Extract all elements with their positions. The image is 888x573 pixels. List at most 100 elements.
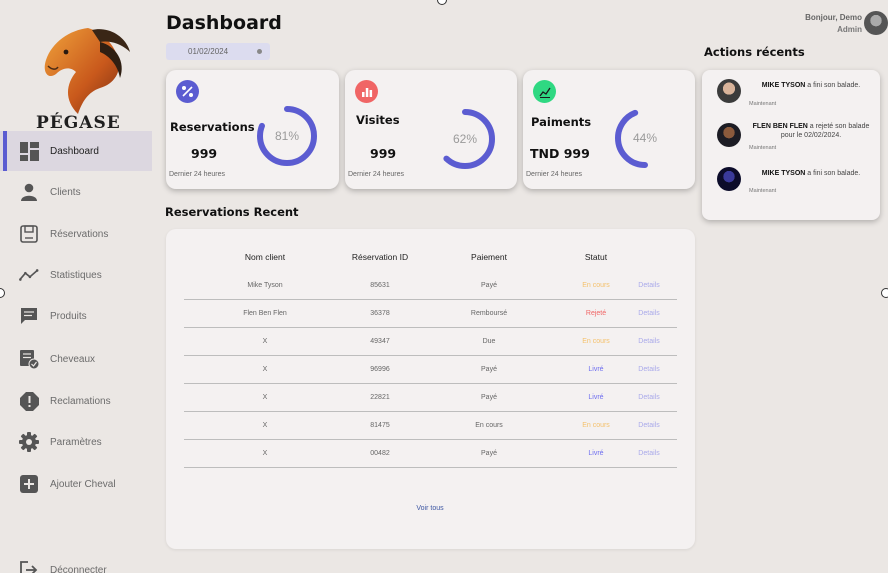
progress-ring: 62%: [435, 109, 495, 169]
recent-actions-panel: MIKE TYSON a fini son balade. Maintenant…: [702, 70, 880, 220]
action-message: MIKE TYSON a fini son balade.: [761, 170, 861, 177]
status-badge: En cours: [582, 338, 610, 345]
table-row: X 49347 Due En cours Details: [184, 328, 677, 356]
progress-ring: 81%: [257, 106, 317, 166]
card-value: 999: [370, 146, 397, 161]
bar-chart-icon: [355, 80, 378, 103]
payment-cell: Payé: [481, 450, 497, 457]
card-label: Paiments: [531, 115, 592, 129]
client-name-cell: Flen Ben Flen: [243, 310, 287, 317]
sidebar-item-label: Clients: [50, 186, 81, 198]
client-name-cell: X: [262, 422, 268, 429]
column-header: Nom client: [244, 252, 286, 262]
column-header: Réservation ID: [351, 252, 409, 262]
sidebar-item-label: Reclamations: [50, 395, 111, 407]
actions-title: Actions récents: [704, 45, 805, 59]
reservation-id-cell: 81475: [370, 422, 390, 429]
card-subtext: Dernier 24 heures: [348, 171, 405, 178]
table-row: Mike Tyson 85631 Payé En cours Details: [184, 272, 677, 300]
payment-cell: Payé: [481, 282, 497, 289]
payment-cell: En cours: [475, 422, 503, 429]
details-link[interactable]: Details: [638, 366, 659, 373]
payment-cell: Payé: [481, 366, 497, 373]
trend-icon: [533, 80, 556, 103]
sidebar-item-produits[interactable]: Produits: [0, 296, 152, 336]
sidebar-item-label: Dashboard: [50, 145, 99, 157]
card-subtext: Dernier 24 heures: [169, 171, 226, 178]
action-time: Maintenant: [749, 145, 777, 151]
action-message: MIKE TYSON a fini son balade.: [761, 82, 861, 89]
column-header: Statut: [584, 252, 608, 262]
details-link[interactable]: Details: [638, 338, 659, 345]
card-paiments: Paiments TND 999 44% Dernier 24 heures: [523, 70, 695, 189]
client-name-cell: X: [262, 338, 268, 345]
sidebar-item-label: Déconnecter: [50, 564, 107, 573]
action-time: Maintenant: [749, 188, 777, 194]
action-time: Maintenant: [749, 101, 777, 107]
payment-cell: Remboursé: [470, 310, 508, 317]
progress-percent: 62%: [453, 132, 477, 146]
column-header: Paiement: [471, 252, 507, 262]
sidebar-item-reservations[interactable]: Réservations: [0, 214, 152, 254]
sidebar-item-clients[interactable]: Clients: [0, 172, 152, 212]
table-row: X 96996 Payé Livré Details: [184, 356, 677, 384]
see-all-link[interactable]: Voir tous: [416, 505, 443, 512]
sidebar-item-statistiques[interactable]: Statistiques: [0, 255, 152, 295]
progress-percent: 44%: [633, 131, 657, 145]
card-value: 999: [191, 146, 218, 161]
status-badge: Livré: [588, 394, 604, 401]
reservation-id-cell: 85631: [370, 282, 390, 289]
sidebar-item-ajouter-cheval[interactable]: Ajouter Cheval: [0, 464, 152, 504]
avatar[interactable]: [864, 11, 888, 35]
date-picker[interactable]: 01/02/2024: [166, 43, 270, 60]
reservation-id-cell: 96996: [370, 366, 390, 373]
progress-percent: 81%: [275, 129, 299, 143]
details-link[interactable]: Details: [638, 450, 659, 457]
progress-ring: 44%: [615, 108, 675, 168]
client-name-cell: X: [262, 450, 268, 457]
reservation-id-cell: 00482: [370, 450, 390, 457]
action-message: FLEN BEN FLEN a rejeté son balade pour l…: [752, 123, 870, 139]
client-name-cell: Mike Tyson: [247, 282, 283, 289]
details-link[interactable]: Details: [638, 394, 659, 401]
message-icon: [19, 306, 39, 326]
sidebar-item-reclamations[interactable]: Reclamations: [0, 381, 152, 421]
sidebar: PÉGASE Dashboard Clients Réservations St…: [0, 0, 152, 573]
reservation-id-cell: 22821: [370, 394, 390, 401]
gear-icon: [19, 432, 39, 452]
card-label: Reservations: [170, 120, 255, 134]
details-link[interactable]: Details: [638, 310, 659, 317]
user-icon: [19, 182, 39, 202]
sidebar-item-cheveaux[interactable]: Cheveaux: [0, 339, 152, 379]
sidebar-item-label: Ajouter Cheval: [50, 478, 116, 490]
payment-cell: Due: [482, 338, 496, 345]
status-badge: Livré: [588, 366, 604, 373]
payment-cell: Payé: [481, 394, 497, 401]
logout-icon: [19, 560, 39, 573]
alert-icon: [19, 391, 39, 411]
card-subtext: Dernier 24 heures: [526, 171, 583, 178]
sidebar-item-dashboard[interactable]: Dashboard: [0, 131, 152, 171]
table-row: X 22821 Payé Livré Details: [184, 384, 677, 412]
resize-handle[interactable]: [437, 0, 447, 5]
reservation-id-cell: 36378: [370, 310, 390, 317]
details-link[interactable]: Details: [638, 282, 659, 289]
resize-handle[interactable]: [881, 288, 888, 298]
status-badge: Livré: [588, 450, 604, 457]
percent-icon: [176, 80, 199, 103]
date-value: 01/02/2024: [188, 47, 229, 56]
reservations-table: Nom client Réservation ID Paiement Statu…: [166, 229, 695, 549]
status-badge: En cours: [582, 282, 610, 289]
checklist-icon: [19, 349, 39, 369]
avatar: [717, 79, 741, 103]
card-visites: Visites 999 62% Dernier 24 heures: [345, 70, 517, 189]
card-value: TND 999: [530, 146, 590, 161]
details-link[interactable]: Details: [638, 422, 659, 429]
card-reservations: Reservations 999 81% Dernier 24 heures: [166, 70, 339, 189]
page-title: Dashboard: [166, 12, 282, 34]
card-label: Visites: [356, 113, 400, 127]
avatar: [717, 123, 741, 147]
sidebar-item-deconnecter[interactable]: Déconnecter: [0, 550, 152, 573]
table-row: X 00482 Payé Livré Details: [184, 440, 677, 468]
sidebar-item-parametres[interactable]: Paramètres: [0, 422, 152, 462]
